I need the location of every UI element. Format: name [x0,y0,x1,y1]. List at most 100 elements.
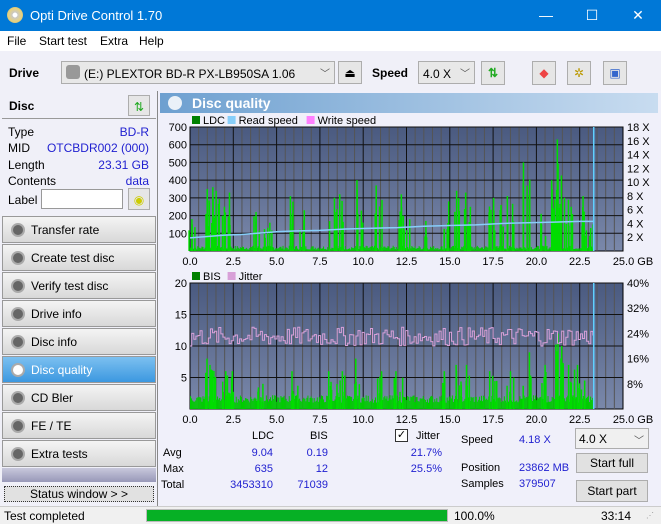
bis-bar [413,395,415,409]
nav-label: Extra tests [31,447,88,461]
nav-label: Create test disc [31,251,115,265]
disc-refresh-button[interactable]: ⇅ [128,95,150,116]
max-ldc: 635 [254,463,273,475]
bis-bar [273,399,275,409]
start-part-button[interactable]: Start part [576,480,648,502]
ldc-x-tick: 20.0 [526,256,547,268]
erase-button[interactable]: ◆ [532,61,556,85]
eject-button[interactable]: ⏏ [338,61,362,84]
ldc-bar [294,246,296,251]
bis-legend-swatch [227,272,236,280]
bis-bar [419,398,421,409]
bis-bar [409,400,411,409]
ldc-bar [432,247,434,251]
bis-bar [350,396,352,409]
ldc-bar [354,247,356,251]
ldc-bar [560,175,563,251]
bis-bar [200,397,202,409]
bis-bar [202,396,204,409]
speed-select[interactable]: 4.0 X ﹀ [418,61,475,84]
nav-extra-tests[interactable]: Extra tests [2,440,156,467]
jitter-checkbox[interactable]: ✓ [395,429,408,442]
menu-help[interactable]: Help [139,34,164,48]
bis-bar [251,398,253,409]
bis-bar [347,396,349,409]
nav-label: CD Bler [31,391,74,405]
status-window-button[interactable]: Status window > > [4,486,154,502]
bis-bar [278,397,280,409]
ldc-bar [494,230,496,251]
nav-fe-te[interactable]: FE / TE [2,412,156,439]
ldc-bar [363,246,365,251]
refresh-button[interactable]: ⇅ [481,61,505,85]
ldc-bar [353,248,355,251]
bis-bar [209,364,211,409]
ldc-bar [284,248,286,251]
bis-bar [533,399,536,409]
test-speed-select[interactable]: 4.0 X ﹀ [575,428,649,449]
ldc-bar [331,247,333,251]
ldc-bar [239,247,241,251]
bis-bar [332,400,334,409]
settings-button[interactable]: ✲ [567,61,591,85]
bis-bar [423,399,425,409]
drive-select[interactable]: (E:) PLEXTOR BD-R PX-LB950SA 1.06 ﹀ [61,61,335,84]
start-full-button[interactable]: Start full [576,453,648,473]
bis-bar [203,398,205,409]
bis-bar [476,401,478,409]
nav-drive-info[interactable]: Drive info [2,300,156,327]
nav-create-test-disc[interactable]: Create test disc [2,244,156,271]
bis-x-tick: 7.5 [312,414,327,426]
nav-cd-bler[interactable]: CD Bler [2,384,156,411]
bis-bar [483,395,485,409]
bis-bar [447,400,449,409]
nav-disc-quality[interactable]: Disc quality [2,356,156,383]
ldc-bar [198,247,200,251]
bis-bar [242,400,245,409]
nav-disc-info[interactable]: Disc info [2,328,156,355]
ldc-bar [208,200,210,251]
bis-bar [389,395,391,409]
save-button[interactable]: ▣ [603,61,627,85]
ldc-y-tick: 100 [169,228,187,240]
label-input[interactable] [41,189,123,209]
disc-label-button[interactable]: ◉ [128,188,150,210]
minimize-button[interactable]: — [523,0,569,31]
bis-bar [270,397,272,409]
bis-bar [518,401,520,409]
bis-bar [241,401,243,409]
bis-bar [451,395,453,409]
bis-bar [192,400,194,409]
bis-bar [219,397,221,409]
ldc-bar [485,246,487,251]
bis-bar [432,396,434,409]
ldc-bar [471,246,473,251]
disc-icon [11,251,25,265]
bis-bar [348,395,351,409]
bis-bar [562,364,564,409]
ldc-bar [205,213,207,251]
ldc-bar [314,247,316,251]
bis-y-tick: 5 [181,373,187,385]
menu-file[interactable]: File [7,34,26,48]
maximize-button[interactable]: ☐ [569,0,615,31]
bis-bar [401,377,404,409]
menu-extra[interactable]: Extra [100,34,128,48]
ldc-bar [197,246,199,251]
ldc-bar [249,247,251,251]
resize-grip-icon[interactable]: ⋰ [646,511,654,520]
nav-verify-test-disc[interactable]: Verify test disc [2,272,156,299]
toolbar: Drive (E:) PLEXTOR BD-R PX-LB950SA 1.06 … [0,51,661,91]
bis-bar [230,377,233,409]
bis-bar [556,370,558,409]
menu-start-test[interactable]: Start test [39,34,87,48]
nav-transfer-rate[interactable]: Transfer rate [2,216,156,243]
ldc-bar [237,247,239,251]
ldc-bar [324,249,326,251]
ldc-x-tick: 10.0 [352,256,373,268]
ldc-bar [281,248,283,251]
drive-label: Drive [9,66,40,80]
bis-bar [537,397,539,409]
close-button[interactable]: ✕ [615,0,661,31]
bis-bar [555,344,557,409]
